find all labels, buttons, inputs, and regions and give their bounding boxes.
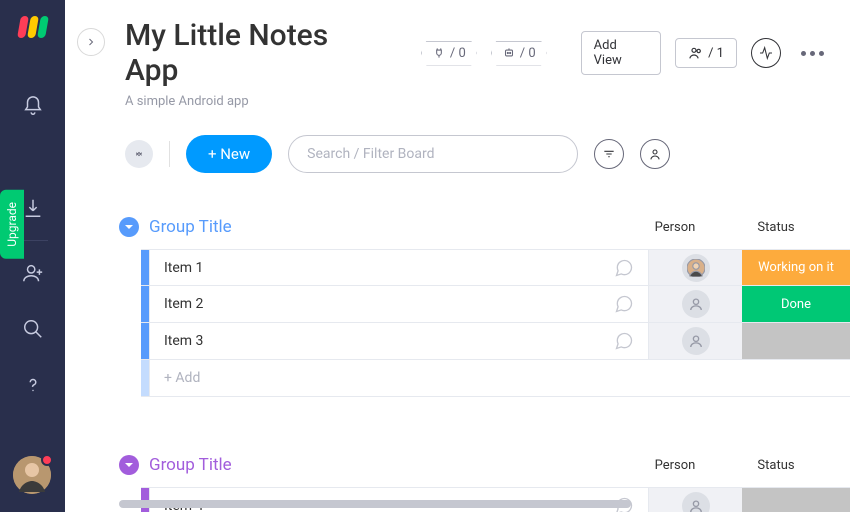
board-title[interactable]: My Little Notes App: [125, 18, 389, 88]
group-collapse-toggle[interactable]: [119, 217, 139, 237]
notification-dot: [41, 454, 53, 466]
notifications-icon[interactable]: [13, 86, 53, 126]
person-cell[interactable]: [648, 323, 742, 359]
add-item-row[interactable]: + Add: [141, 360, 850, 397]
column-header-status[interactable]: Status: [722, 458, 830, 473]
horizontal-scrollbar[interactable]: [119, 500, 850, 510]
upgrade-button[interactable]: Upgrade: [0, 190, 24, 259]
board-subtitle: A simple Android app: [125, 94, 830, 109]
members-count: / 1: [708, 46, 724, 61]
collapse-groups-button[interactable]: [125, 140, 153, 168]
automations-count: / 0: [520, 46, 536, 61]
item-name[interactable]: Item 2: [149, 286, 600, 322]
status-cell[interactable]: [742, 323, 850, 359]
add-view-button[interactable]: Add View: [581, 31, 661, 75]
activity-icon[interactable]: [751, 38, 781, 68]
board-toolbar: + New: [65, 109, 850, 191]
help-icon[interactable]: [13, 365, 53, 405]
column-header-person[interactable]: Person: [628, 458, 722, 473]
add-item-label[interactable]: + Add: [149, 360, 850, 396]
person-cell[interactable]: [648, 286, 742, 322]
group-title[interactable]: Group Title: [149, 455, 628, 475]
board-content: Group TitlePersonStatusItem 1Working on …: [65, 191, 850, 512]
conversation-icon[interactable]: [600, 286, 648, 322]
search-icon[interactable]: [13, 309, 53, 349]
new-item-button[interactable]: + New: [186, 135, 272, 173]
column-header-status[interactable]: Status: [722, 220, 830, 235]
sidebar: Upgrade: [0, 0, 65, 512]
search-field[interactable]: [288, 135, 578, 173]
more-options-button[interactable]: [795, 51, 830, 56]
table-row[interactable]: Item 1 Working on it: [141, 249, 850, 286]
person-cell[interactable]: [648, 250, 742, 285]
board-header: My Little Notes App / 0 / 0 Add View / 1: [65, 0, 850, 109]
conversation-icon[interactable]: [600, 323, 648, 359]
integrations-count: / 0: [450, 46, 466, 61]
invite-members-icon[interactable]: [13, 253, 53, 293]
table-row[interactable]: Item 3: [141, 323, 850, 360]
collapse-sidebar-button[interactable]: [77, 28, 105, 56]
status-cell[interactable]: Working on it: [742, 250, 850, 285]
status-cell[interactable]: Done: [742, 286, 850, 322]
person-filter-icon[interactable]: [640, 139, 670, 169]
column-header-person[interactable]: Person: [628, 220, 722, 235]
integrations-button[interactable]: / 0: [421, 41, 477, 66]
conversation-icon[interactable]: [600, 250, 648, 285]
automations-button[interactable]: / 0: [491, 41, 547, 66]
table-row[interactable]: Item 2 Done: [141, 286, 850, 323]
filter-icon[interactable]: [594, 139, 624, 169]
app-logo[interactable]: [19, 16, 47, 38]
board-members-button[interactable]: / 1: [675, 38, 737, 68]
search-input[interactable]: [288, 135, 578, 173]
item-name[interactable]: Item 1: [149, 250, 600, 285]
group-collapse-toggle[interactable]: [119, 455, 139, 475]
group: Group TitlePersonStatus Item 1 Working on …: [119, 217, 850, 397]
group-title[interactable]: Group Title: [149, 217, 628, 237]
item-name[interactable]: Item 3: [149, 323, 600, 359]
user-avatar[interactable]: [13, 456, 51, 494]
